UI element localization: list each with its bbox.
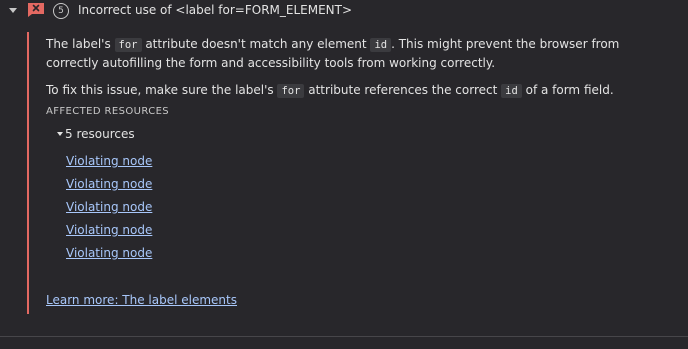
description-text: attribute doesn't match any element	[141, 37, 371, 51]
violating-node-link[interactable]: Violating node	[66, 200, 152, 214]
resources-count-label[interactable]: 5 resources	[65, 127, 135, 141]
list-item: Violating node	[66, 153, 152, 176]
issue-title[interactable]: Incorrect use of <label for=FORM_ELEMENT…	[78, 2, 352, 18]
description-text: The label's	[46, 37, 115, 51]
fix-text: To fix this issue, make sure the label's	[46, 83, 278, 97]
violating-node-link[interactable]: Violating node	[66, 177, 152, 191]
violating-node-link[interactable]: Violating node	[66, 246, 152, 260]
list-item: Violating node	[66, 176, 152, 199]
affected-resources-heading: AFFECTED RESOURCES	[46, 106, 170, 117]
issue-panel: 5 Incorrect use of <label for=FORM_ELEME…	[0, 0, 688, 337]
issue-body: The label's for attribute doesn't match …	[27, 32, 688, 314]
resources-toggle[interactable]: 5 resources	[57, 127, 135, 141]
list-item: Violating node	[66, 245, 152, 268]
fix-paragraph: To fix this issue, make sure the label's…	[46, 81, 646, 100]
collapse-triangle-icon[interactable]	[57, 132, 63, 136]
expand-triangle-icon[interactable]	[9, 8, 17, 13]
for-attribute-code: for	[114, 38, 142, 52]
issue-count-badge: 5	[53, 3, 69, 19]
issue-header[interactable]: 5 Incorrect use of <label for=FORM_ELEME…	[0, 0, 688, 22]
description-paragraph: The label's for attribute doesn't match …	[46, 35, 646, 72]
list-item: Violating node	[66, 222, 152, 245]
learn-more-link[interactable]: Learn more: The label elements	[46, 293, 237, 307]
fix-text: attribute references the correct	[304, 83, 502, 97]
divider	[0, 336, 688, 337]
list-item: Violating node	[66, 199, 152, 222]
violating-node-link[interactable]: Violating node	[66, 223, 152, 237]
id-attribute-code: id	[501, 84, 522, 98]
violating-node-list: Violating node Violating node Violating …	[66, 153, 152, 268]
id-attribute-code: id	[370, 38, 392, 52]
for-attribute-code: for	[277, 84, 305, 98]
error-flag-icon	[28, 3, 44, 17]
violating-node-link[interactable]: Violating node	[66, 154, 152, 168]
fix-text: of a form field.	[521, 83, 614, 97]
